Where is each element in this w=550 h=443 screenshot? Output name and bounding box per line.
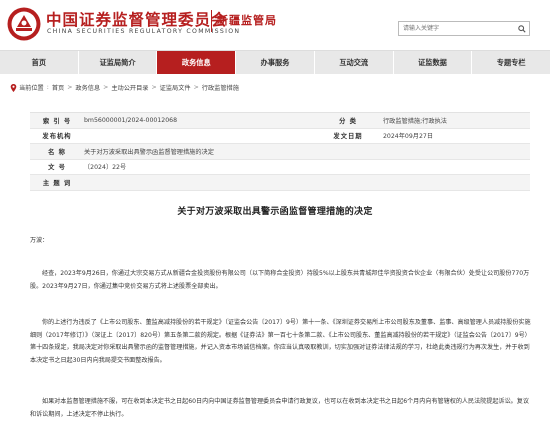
site-header: 中国证券监督管理委员会 CHINA SECURITIES REGULATORY … (0, 0, 550, 50)
info-row: 索 引 号 bm56000001/2024-00012068 分 类 行政监管措… (30, 113, 530, 129)
category-label: 分 类 (339, 117, 357, 125)
doc-number-label: 文 号 (48, 164, 66, 172)
subject-label: 主 题 词 (42, 179, 72, 187)
article-paragraph: 你的上述行为违反了《上市公司股东、董监高减持股份的若干规定》（证监会公告〔201… (30, 319, 531, 364)
subject-value (84, 175, 530, 190)
index-label: 索 引 号 (42, 117, 72, 125)
breadcrumb-gov-info[interactable]: 政务信息 (75, 83, 100, 92)
info-row: 发布机构 发文日期 2024年09月27日 (30, 129, 530, 144)
search-input[interactable] (399, 22, 515, 35)
logo-divider (211, 10, 212, 32)
info-row: 文 号 〔2024〕22号 (30, 160, 530, 175)
article-paragraph: 经查，2023年9月26日，你通过大宗交易方式从新疆合金投资股份有限公司（以下简… (30, 270, 530, 290)
breadcrumb: 当前位置: 首页 > 政务信息 > 主动公开目录 > 证监局文件 > 行政监管措施 (10, 83, 239, 92)
name-label: 名 称 (48, 148, 66, 156)
info-row: 名 称 关于对万波采取出具警示函监督管理措施的决定 (30, 144, 530, 160)
nav-item-gov-info[interactable]: 政务信息 (157, 51, 237, 74)
search-icon (517, 24, 526, 33)
document-info-table: 索 引 号 bm56000001/2024-00012068 分 类 行政监管措… (30, 112, 530, 191)
category-value: 行政监管措施;行政执法 (383, 117, 447, 125)
date-label: 发文日期 (333, 133, 363, 141)
breadcrumb-measures[interactable]: 行政监管措施 (202, 83, 239, 92)
article-title: 关于对万波采取出具警示函监督管理措施的决定 (177, 207, 373, 217)
bureau-name: 新疆监管局 (217, 14, 277, 27)
issuer-value (84, 129, 313, 144)
name-value: 关于对万波采取出具警示函监督管理措施的决定 (84, 148, 214, 156)
nav-item-interaction[interactable]: 互动交流 (315, 51, 394, 74)
nav-item-services[interactable]: 办事服务 (236, 51, 315, 74)
date-value: 2024年09月27日 (383, 133, 434, 141)
issuer-label: 发布机构 (42, 133, 72, 141)
breadcrumb-catalog[interactable]: 主动公开目录 (111, 83, 148, 92)
breadcrumb-prefix: 当前位置 (19, 85, 44, 92)
breadcrumb-home[interactable]: 首页 (52, 83, 64, 92)
org-name: 中国证券监督管理委员会 (46, 11, 228, 29)
breadcrumb-docs[interactable]: 证监局文件 (160, 83, 191, 92)
index-value: bm56000001/2024-00012068 (84, 116, 178, 124)
nav-item-home[interactable]: 首页 (0, 51, 79, 74)
search-box (398, 21, 530, 36)
doc-number-value: 〔2024〕22号 (84, 164, 127, 172)
article-salutation: 万波： (30, 237, 49, 244)
article-paragraph: 如果对本监督管理措施不服，可在收到本决定书之日起60日内向中国证券监督管理委员会… (30, 398, 529, 418)
main-nav: 首页 证监局简介 政务信息 办事服务 互动交流 证监数据 专题专栏 (0, 50, 550, 74)
search-button[interactable] (514, 22, 529, 35)
location-pin-icon (10, 83, 17, 92)
nav-item-about[interactable]: 证监局简介 (79, 51, 158, 74)
nav-item-topics[interactable]: 专题专栏 (472, 51, 550, 74)
csrc-emblem-icon[interactable] (6, 6, 42, 42)
info-row: 主 题 词 (30, 175, 530, 191)
nav-item-data[interactable]: 证监数据 (394, 51, 473, 74)
